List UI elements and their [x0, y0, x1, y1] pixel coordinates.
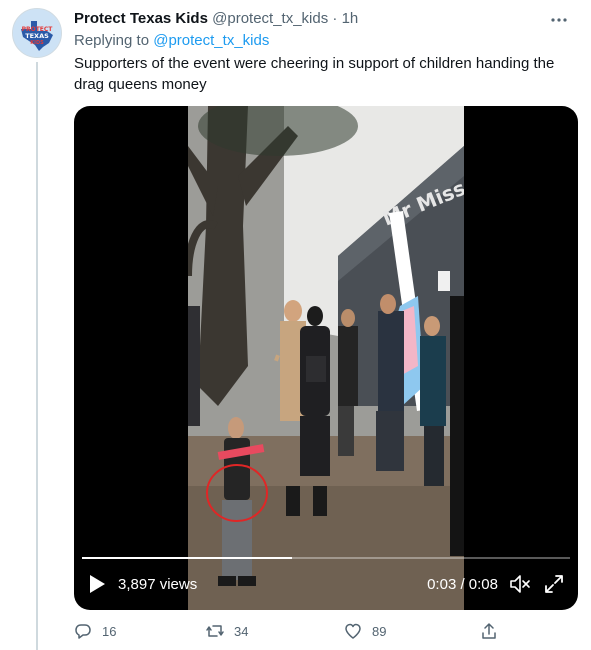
video-progress-fill — [82, 557, 292, 559]
avatar[interactable]: PROTECT TEXAS KIDS — [12, 8, 62, 58]
video-progress-track[interactable] — [82, 557, 570, 559]
fullscreen-button[interactable] — [542, 572, 566, 596]
thread-line — [36, 62, 38, 650]
play-button[interactable] — [88, 574, 106, 594]
tweet-timestamp[interactable]: 1h — [342, 10, 359, 27]
like-count: 89 — [372, 623, 387, 639]
retweet-button[interactable]: 34 — [206, 622, 248, 640]
retweet-count: 34 — [234, 623, 249, 639]
speaker-muted-icon — [510, 575, 530, 593]
fullscreen-icon — [545, 575, 563, 593]
replying-to-link[interactable]: @protect_tx_kids — [153, 32, 269, 49]
view-count: 3,897 views — [118, 576, 198, 593]
replying-prefix: Replying to — [74, 32, 150, 49]
tweet-actions: 16 34 89 — [74, 622, 514, 644]
avatar-logo-icon: PROTECT TEXAS KIDS — [13, 9, 61, 57]
user-handle[interactable]: @protect_tx_kids — [212, 10, 328, 27]
video-controls: 3,897 views 0:03 / 0:08 — [74, 560, 578, 610]
more-options-icon[interactable] — [547, 8, 571, 32]
reply-button[interactable]: 16 — [74, 622, 116, 640]
volume-button[interactable] — [508, 572, 532, 596]
share-button[interactable] — [480, 622, 508, 640]
display-name[interactable]: Protect Texas Kids — [74, 10, 208, 27]
like-button[interactable]: 89 — [344, 622, 386, 640]
separator-dot: · — [332, 10, 338, 27]
video-scene-image: Mr Miss — [188, 106, 464, 610]
svg-text:KIDS: KIDS — [30, 40, 44, 46]
share-icon — [482, 623, 496, 639]
reply-count: 16 — [102, 623, 117, 639]
svg-text:TEXAS: TEXAS — [25, 32, 49, 40]
play-icon — [90, 575, 105, 593]
tweet-header: Protect Texas Kids @protect_tx_kids · 1h — [74, 10, 579, 30]
video-frame: Mr Miss — [188, 106, 464, 610]
retweet-icon — [206, 625, 224, 637]
heart-icon — [345, 623, 361, 639]
reply-icon — [75, 624, 91, 639]
video-player[interactable]: Mr Miss 3,897 views 0:03 / 0:08 — [74, 106, 578, 610]
tweet-text: Supporters of the event were cheering in… — [74, 55, 555, 93]
replying-to-line: Replying to @protect_tx_kids — [74, 32, 269, 49]
video-time: 0:03 / 0:08 — [427, 576, 498, 593]
